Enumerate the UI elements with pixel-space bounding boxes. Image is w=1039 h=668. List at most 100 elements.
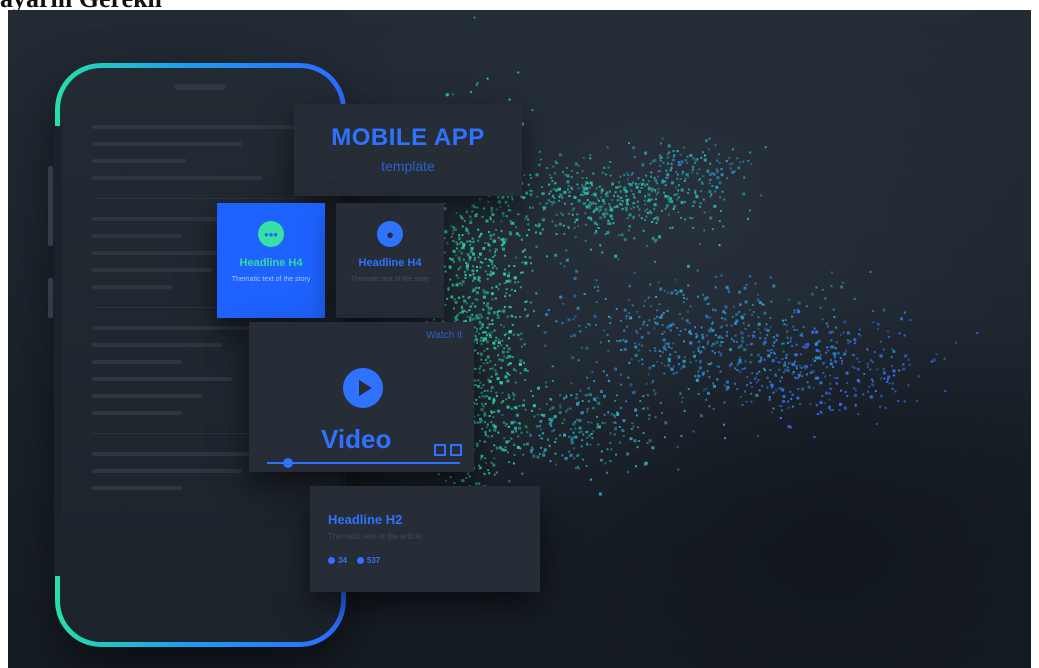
particle-dot bbox=[497, 354, 500, 357]
particle-dot bbox=[497, 431, 500, 434]
particle-dot bbox=[879, 354, 883, 358]
particle-dot bbox=[692, 200, 696, 204]
particle-dot bbox=[493, 473, 496, 476]
particle-dot bbox=[505, 398, 508, 401]
video-top-label[interactable]: Watch it bbox=[426, 330, 462, 341]
particle-dot bbox=[688, 322, 691, 325]
video-progress-handle[interactable] bbox=[283, 458, 293, 468]
particle-dot bbox=[684, 201, 687, 203]
particle-dot bbox=[644, 209, 647, 212]
particle-dot bbox=[632, 425, 635, 428]
article-card[interactable]: Headline H2 Thematic text of the article… bbox=[310, 486, 540, 592]
particle-dot bbox=[682, 364, 686, 368]
particle-dot bbox=[490, 386, 494, 390]
particle-dot bbox=[766, 376, 769, 379]
chat-card-headline: Headline H4 bbox=[239, 257, 303, 269]
particle-dot bbox=[716, 170, 719, 174]
particle-dot bbox=[620, 383, 623, 386]
particle-dot bbox=[521, 472, 524, 475]
particle-dot bbox=[756, 298, 760, 302]
particle-dot bbox=[543, 331, 547, 335]
particle-dot bbox=[801, 387, 805, 391]
particle-dot bbox=[539, 437, 542, 440]
particle-dot bbox=[580, 430, 583, 433]
particle-dot bbox=[700, 156, 703, 159]
particle-dot bbox=[542, 453, 546, 457]
particle-dot bbox=[698, 345, 701, 348]
particle-dot bbox=[629, 316, 633, 320]
particle-dot bbox=[626, 452, 630, 456]
play-icon[interactable] bbox=[343, 368, 383, 408]
phone-power-button bbox=[48, 278, 53, 318]
video-progress-track[interactable] bbox=[267, 462, 460, 464]
particle-dot bbox=[725, 334, 728, 337]
particle-dot bbox=[761, 384, 764, 387]
particle-dot bbox=[569, 407, 572, 410]
particle-dot bbox=[659, 355, 662, 358]
particle-dot bbox=[603, 202, 606, 205]
particle-dot bbox=[609, 222, 611, 225]
particle-dot bbox=[851, 365, 854, 368]
particle-dot bbox=[721, 341, 724, 343]
particle-dot bbox=[823, 402, 826, 405]
particle-dot bbox=[718, 365, 721, 368]
particle-dot bbox=[709, 216, 713, 220]
particle-dot bbox=[475, 398, 478, 401]
captions-icon[interactable] bbox=[434, 444, 446, 456]
particle-dot bbox=[653, 317, 656, 320]
particle-dot bbox=[796, 396, 800, 400]
particle-dot bbox=[749, 343, 752, 346]
particle-dot bbox=[492, 463, 496, 467]
particle-dot bbox=[505, 288, 508, 291]
particle-dot bbox=[476, 341, 479, 344]
particle-dot bbox=[772, 344, 775, 347]
particle-dot bbox=[576, 454, 579, 457]
particle-dot bbox=[737, 345, 741, 349]
particle-dot bbox=[627, 174, 630, 177]
particle-dot bbox=[626, 325, 629, 328]
particle-dot bbox=[720, 210, 722, 212]
particle-dot bbox=[492, 402, 495, 405]
particle-dot bbox=[480, 233, 483, 236]
particle-dot bbox=[697, 370, 700, 373]
fullscreen-icon[interactable] bbox=[450, 444, 462, 456]
particle-dot bbox=[488, 231, 490, 233]
particle-dot bbox=[775, 333, 779, 337]
particle-dot bbox=[623, 347, 627, 351]
particle-dot bbox=[523, 361, 525, 364]
particle-dot bbox=[590, 218, 593, 221]
app-title: MOBILE APP bbox=[331, 124, 485, 151]
particle-dot bbox=[609, 174, 612, 177]
particle-dot bbox=[797, 388, 800, 391]
particle-dot bbox=[835, 326, 837, 329]
particle-dot bbox=[476, 266, 478, 268]
particle-dot bbox=[790, 397, 793, 400]
particle-dot bbox=[782, 350, 785, 353]
chat-card[interactable]: ••• Headline H4 Thematic text of the sto… bbox=[217, 203, 325, 318]
particle-dot bbox=[575, 218, 578, 221]
particle-dot bbox=[655, 322, 659, 326]
particle-dot bbox=[496, 315, 500, 319]
profile-card[interactable]: ● Headline H4 Thematic text of the story bbox=[336, 203, 444, 318]
particle-dot bbox=[846, 339, 849, 342]
particle-dot bbox=[750, 353, 753, 356]
particle-dot bbox=[480, 325, 484, 329]
particle-dot bbox=[844, 349, 847, 352]
particle-dot bbox=[508, 480, 511, 483]
particle-dot bbox=[633, 155, 636, 158]
particle-dot bbox=[502, 215, 505, 217]
particle-dot bbox=[659, 316, 662, 319]
particle-dot bbox=[607, 411, 610, 414]
particle-dot bbox=[627, 178, 630, 181]
particle-dot bbox=[726, 331, 728, 334]
particle-dot bbox=[563, 265, 566, 268]
particle-dot bbox=[652, 389, 655, 392]
particle-dot bbox=[489, 367, 492, 370]
particle-dot bbox=[887, 375, 891, 379]
particle-dot bbox=[450, 235, 453, 238]
particle-dot bbox=[478, 396, 481, 398]
particle-dot bbox=[599, 244, 602, 247]
particle-dot bbox=[903, 400, 906, 403]
particle-dot bbox=[852, 353, 855, 356]
particle-dot bbox=[478, 252, 482, 256]
